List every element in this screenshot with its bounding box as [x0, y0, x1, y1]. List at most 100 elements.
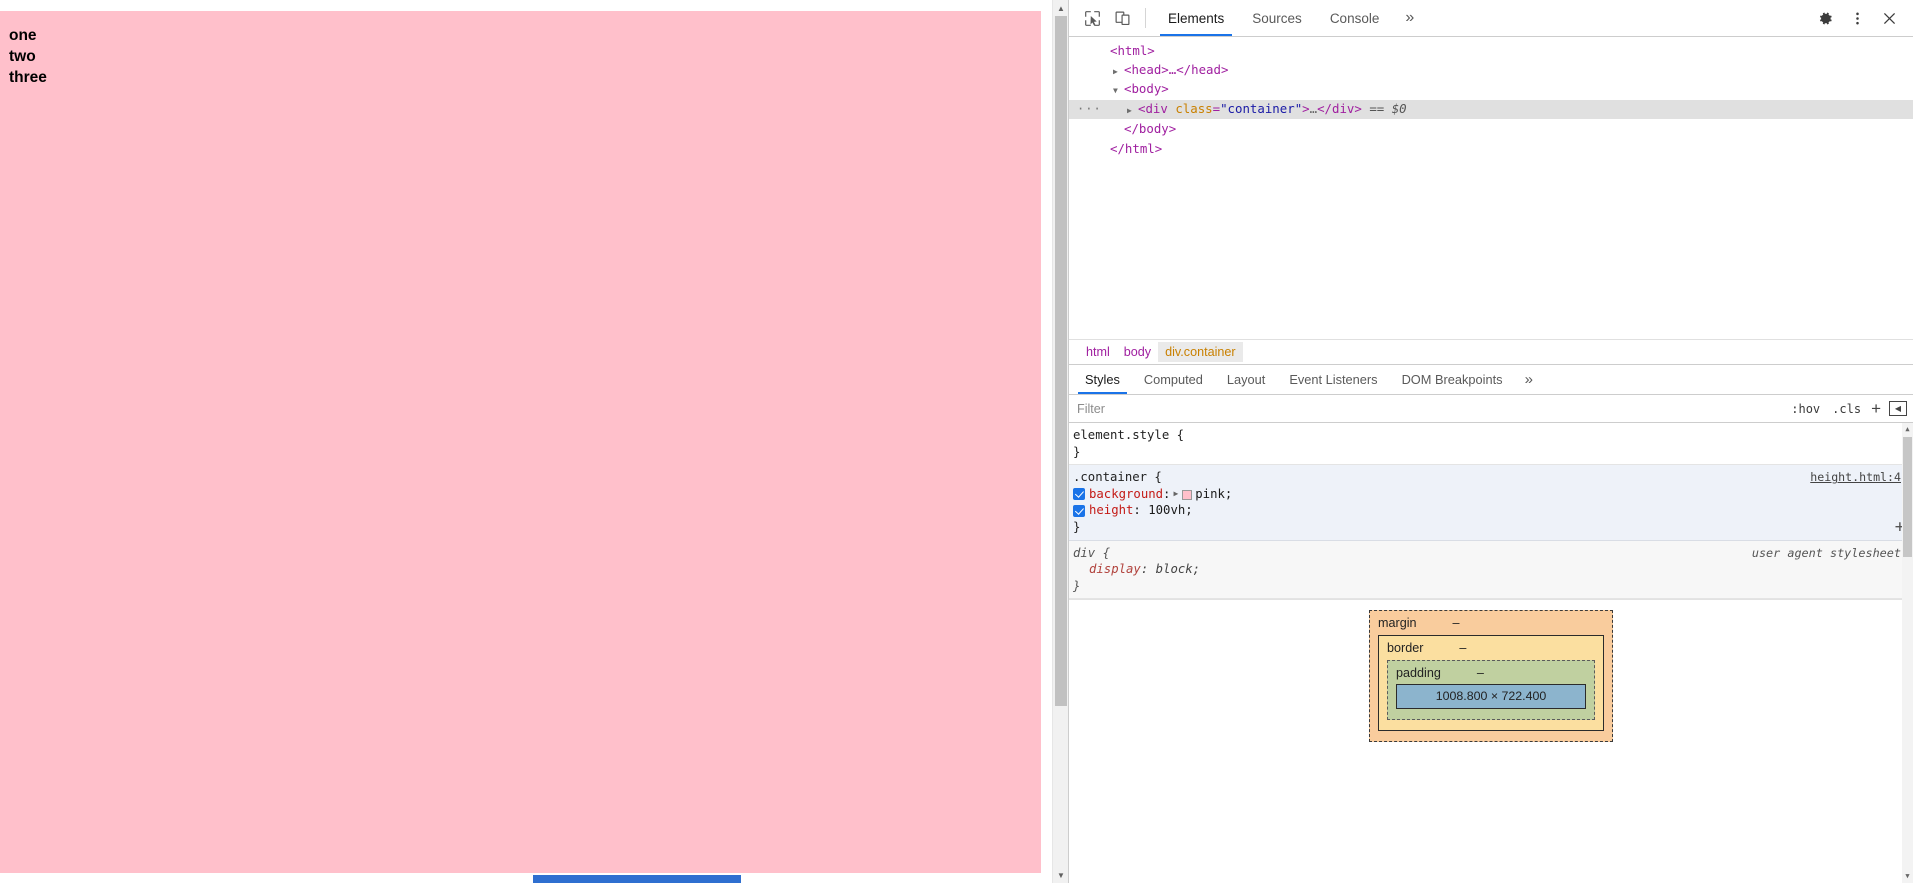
dom-node-ellipsis: …	[1309, 100, 1318, 116]
rule-selector[interactable]: div {	[1071, 545, 1110, 562]
horizontal-scrollbar-thumb[interactable]	[533, 875, 741, 883]
rule-selector-row: .container { height.html:4	[1071, 469, 1905, 486]
declaration-property[interactable]: background	[1089, 486, 1163, 503]
page-line-three: three	[9, 69, 47, 86]
box-model-content-size[interactable]: 1008.800 × 722.400	[1396, 684, 1586, 709]
declaration-colon: :	[1163, 486, 1171, 501]
rule-selector[interactable]: .container {	[1071, 469, 1162, 486]
declaration-colon: :	[1133, 503, 1141, 518]
dom-row[interactable]: </html>	[1069, 139, 1913, 159]
rule-selector-row: div { user agent stylesheet	[1071, 545, 1905, 562]
box-model-padding-label: padding	[1396, 665, 1441, 680]
dom-expand-arrow-div[interactable]: ▶	[1127, 101, 1138, 121]
color-swatch[interactable]	[1182, 489, 1193, 500]
filter-input[interactable]	[1069, 401, 1786, 416]
styles-pane-scrollbar[interactable]: ▲ ▼	[1902, 423, 1913, 883]
dom-row-selected[interactable]: ··· ▶ <div class="container">…</div> == $…	[1069, 99, 1913, 121]
styles-rules-pane[interactable]: element.style { } .container { height.ht…	[1069, 423, 1913, 883]
breadcrumb: html body div.container	[1069, 339, 1913, 365]
hov-button[interactable]: :hov	[1785, 402, 1826, 416]
toolbar-divider	[1145, 8, 1146, 28]
new-style-rule-button[interactable]: +	[1867, 399, 1885, 419]
tab-layout[interactable]: Layout	[1215, 365, 1277, 394]
dom-row-badge[interactable]: ···	[1077, 100, 1101, 120]
declaration-property[interactable]: height	[1089, 502, 1133, 519]
page-line-two: two	[9, 48, 36, 65]
chevron-right-icon[interactable]: ▶	[1170, 486, 1181, 503]
tab-sources[interactable]: Sources	[1238, 0, 1316, 36]
rule-close-brace: }	[1073, 444, 1081, 459]
viewport-vertical-scrollbar[interactable]: ▲ ▼	[1052, 0, 1068, 883]
rule-div-user-agent[interactable]: div { user agent stylesheet display: blo…	[1069, 540, 1913, 600]
box-model-border-value[interactable]: –	[1459, 640, 1466, 657]
declaration-colon: :	[1140, 562, 1149, 577]
dom-node-head: <head>…</head>	[1124, 61, 1229, 77]
rule-selector[interactable]: element.style {	[1071, 427, 1184, 444]
rule-footer: } +	[1071, 518, 1905, 536]
tab-styles[interactable]: Styles	[1073, 365, 1132, 394]
declaration-value: block;	[1155, 562, 1201, 577]
breadcrumb-item-div-container[interactable]: div.container	[1158, 342, 1243, 362]
kebab-menu-icon[interactable]	[1841, 4, 1873, 32]
styles-tab-list: Styles Computed Layout Event Listeners D…	[1069, 365, 1913, 395]
devtools-toolbar-actions	[1801, 4, 1913, 32]
declaration-display[interactable]: display: block;	[1071, 561, 1905, 578]
tab-event-listeners[interactable]: Event Listeners	[1277, 365, 1389, 394]
rule-origin-label: user agent stylesheet	[1751, 545, 1901, 560]
page-container: one two three	[0, 11, 1041, 873]
dom-row[interactable]: <html>	[1069, 41, 1913, 61]
vertical-scrollbar-thumb[interactable]	[1055, 16, 1067, 706]
more-tabs-icon[interactable]: »	[1393, 0, 1426, 36]
box-model-border[interactable]: border – padding – 1008.800 × 722.400	[1378, 634, 1604, 731]
declaration-height[interactable]: height: 100vh;	[1071, 502, 1905, 519]
dom-node-html-close: </html>	[1110, 140, 1163, 156]
devtools-tab-list: Elements Sources Console »	[1154, 0, 1426, 36]
styles-more-tabs-icon[interactable]: »	[1515, 365, 1543, 394]
tab-console[interactable]: Console	[1316, 0, 1394, 36]
gear-icon[interactable]	[1809, 4, 1841, 32]
cls-button[interactable]: .cls	[1826, 402, 1867, 416]
declaration-background[interactable]: background: ▶ pink;	[1071, 486, 1905, 503]
dom-node-div-open: <div	[1138, 100, 1176, 116]
dom-node-body-close: </body>	[1124, 121, 1177, 136]
tab-computed[interactable]: Computed	[1132, 365, 1215, 394]
declaration-value[interactable]: 100vh;	[1148, 502, 1192, 519]
tab-dom-breakpoints[interactable]: DOM Breakpoints	[1390, 365, 1515, 394]
device-toolbar-icon[interactable]	[1107, 4, 1137, 32]
dom-node-div-close: </div>	[1317, 100, 1362, 116]
dom-row[interactable]: ▶ <head>…</head>	[1069, 61, 1913, 81]
close-icon[interactable]	[1873, 4, 1905, 32]
breadcrumb-item-body[interactable]: body	[1117, 342, 1158, 362]
page-viewport: one two three	[0, 0, 1052, 883]
dom-tree[interactable]: <html> ▶ <head>…</head> ▼ <body> ··· ▶ <div…	[1069, 37, 1913, 339]
toggle-sidebar-icon[interactable]: ◀	[1889, 401, 1907, 416]
box-model-padding-value[interactable]: –	[1477, 665, 1484, 682]
scroll-up-arrow-icon[interactable]: ▲	[1053, 0, 1069, 16]
declaration-value[interactable]: pink;	[1195, 486, 1232, 503]
rule-element-style[interactable]: element.style { }	[1069, 423, 1913, 466]
box-model-margin[interactable]: margin – border – padding – 1008.800 × 7…	[1369, 610, 1613, 742]
dom-selection-reference: == $0	[1369, 100, 1407, 116]
box-model-margin-value[interactable]: –	[1453, 615, 1460, 632]
inspect-cursor-icon[interactable]	[1077, 4, 1107, 32]
viewport-horizontal-scrollbar[interactable]	[0, 875, 1052, 883]
rule-source-link[interactable]: height.html:4	[1810, 469, 1905, 486]
box-model-margin-label-row: margin –	[1378, 615, 1604, 632]
box-model-border-label: border	[1387, 640, 1424, 655]
box-model-margin-label: margin	[1378, 616, 1417, 631]
scroll-down-arrow-icon[interactable]: ▼	[1053, 867, 1069, 883]
tab-elements[interactable]: Elements	[1154, 0, 1238, 36]
declaration-property: display	[1089, 562, 1141, 577]
styles-scroll-down-arrow-icon[interactable]: ▼	[1902, 870, 1913, 883]
dom-row[interactable]: ▼ <body>	[1069, 80, 1913, 100]
styles-scrollbar-thumb[interactable]	[1903, 437, 1912, 557]
dom-node-html: <html>	[1110, 43, 1155, 58]
declaration-enabled-checkbox[interactable]	[1073, 488, 1085, 501]
breadcrumb-item-html[interactable]: html	[1079, 342, 1117, 362]
declaration-enabled-checkbox[interactable]	[1073, 504, 1085, 517]
rule-container[interactable]: .container { height.html:4 background: ▶ p…	[1069, 465, 1913, 541]
dom-row[interactable]: </body>	[1069, 119, 1913, 139]
box-model-padding[interactable]: padding – 1008.800 × 722.400	[1387, 659, 1595, 720]
dom-attr-class-value: "container"	[1220, 100, 1303, 116]
styles-scroll-up-arrow-icon[interactable]: ▲	[1902, 423, 1913, 436]
